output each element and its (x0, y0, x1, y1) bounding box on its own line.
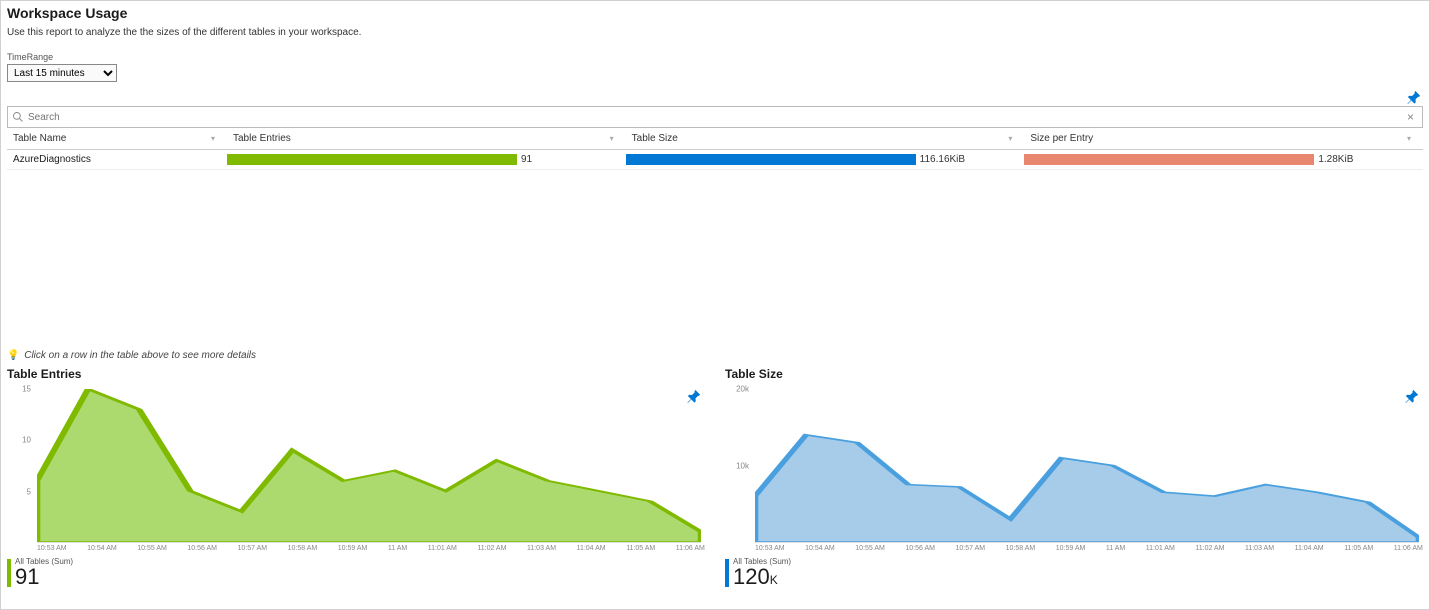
chart-entries-title: Table Entries (7, 367, 705, 381)
chart-entries-card: Table Entries 51015 10:53 AM10:54 AM10:5… (7, 367, 705, 589)
col-header-size[interactable]: Table Size▾ (626, 133, 1025, 144)
search-input-wrap[interactable]: × (7, 106, 1423, 128)
search-input[interactable] (28, 112, 1403, 123)
chart-size-card: Table Size 10k20k 10:53 AM10:54 AM10:55 … (725, 367, 1423, 589)
cell-entries: 91 (227, 154, 626, 165)
page-title: Workspace Usage (7, 5, 1423, 21)
cell-per-entry: 1.28KiB (1024, 154, 1423, 165)
col-header-name[interactable]: Table Name▾ (7, 133, 227, 144)
col-header-per[interactable]: Size per Entry▾ (1024, 133, 1423, 144)
hint-row: 💡 Click on a row in the table above to s… (7, 350, 1423, 361)
timerange-select[interactable]: Last 15 minutes (7, 64, 117, 82)
page-subtitle: Use this report to analyze the the sizes… (7, 27, 1423, 38)
table-row[interactable]: AzureDiagnostics 91 116.16KiB 1.28KiB (7, 150, 1423, 170)
timerange-label: TimeRange (7, 52, 1423, 62)
y-axis-ticks: 51015 (7, 389, 33, 543)
col-header-entries[interactable]: Table Entries▾ (227, 133, 626, 144)
pin-icon[interactable] (1407, 90, 1421, 104)
chart-size-kpi: All Tables (Sum) 120K (725, 557, 1423, 589)
x-axis-ticks: 10:53 AM10:54 AM10:55 AM10:56 AM10:57 AM… (755, 545, 1423, 559)
lightbulb-icon: 💡 (7, 350, 19, 361)
chart-entries-kpi: All Tables (Sum) 91 (7, 557, 705, 589)
search-clear-button[interactable]: × (1403, 110, 1418, 124)
x-axis-ticks: 10:53 AM10:54 AM10:55 AM10:56 AM10:57 AM… (37, 545, 705, 559)
chart-size-plot[interactable] (755, 389, 1419, 543)
search-icon (12, 111, 24, 123)
y-axis-ticks: 10k20k (725, 389, 751, 543)
cell-size: 116.16KiB (626, 154, 1025, 165)
grid-header: Table Name▾ Table Entries▾ Table Size▾ S… (7, 128, 1423, 150)
chart-size-title: Table Size (725, 367, 1423, 381)
cell-table-name: AzureDiagnostics (7, 154, 227, 165)
chart-entries-plot[interactable] (37, 389, 701, 543)
